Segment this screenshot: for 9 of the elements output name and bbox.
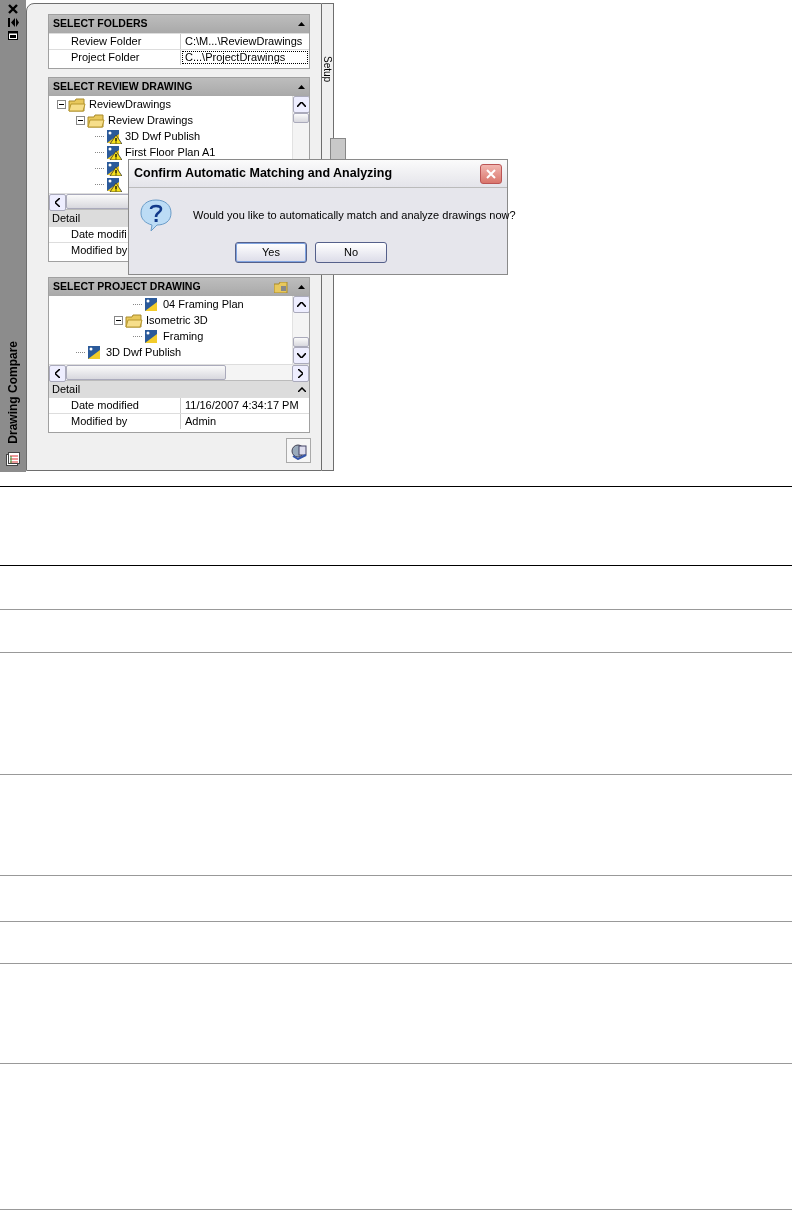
- detail-label: Modified by: [49, 414, 181, 429]
- palette-title: Drawing Compare: [5, 341, 21, 444]
- detail-value: 11/16/2007 4:34:17 PM: [185, 399, 299, 411]
- dialog-message: Would you like to automatically match and analyze drawings now?: [193, 207, 516, 223]
- dialog-titlebar: Confirm Automatic Matching and Analyzing: [129, 160, 507, 188]
- detail-label: Date modified: [49, 398, 181, 413]
- detail-value: Admin: [185, 415, 217, 427]
- field-label: Review Folder: [49, 34, 181, 49]
- field-label: Project Folder: [49, 50, 181, 65]
